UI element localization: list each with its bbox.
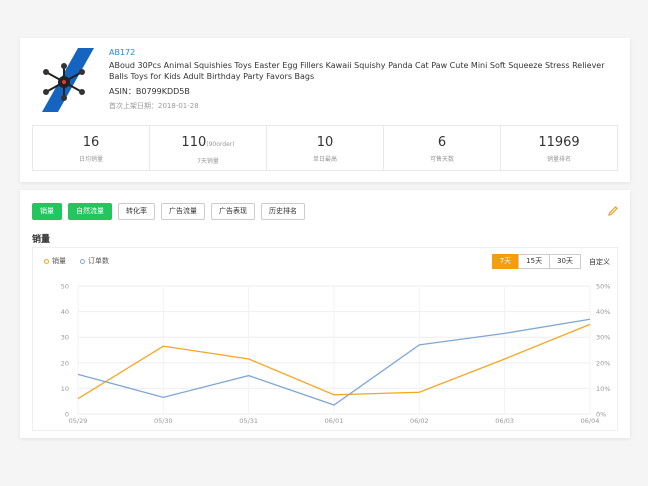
product-thumbnail[interactable] [34,48,102,112]
sales-chart: 销量 订单数 7天 15天 30天 自定义 0 0% 10 10% 20 20% 30 30%… [32,247,618,431]
stat-value: 10 [316,135,334,150]
stat-sellable-days: 6 可售天数 [383,126,500,170]
x-tick-label: 06/03 [495,417,514,425]
tab-rank-history[interactable]: 历史排名 [261,203,305,220]
x-tick-label: 05/30 [154,417,173,425]
y-right-tick-label: 10% [596,385,610,393]
chart-card: 销量 自然流量 转化率 广告流量 广告表现 历史排名 销量 销量 订单数 7天 … [20,190,630,438]
stat-daily-avg: 16 日均销量 [33,126,149,170]
tab-ad-performance[interactable]: 广告表现 [211,203,255,220]
section-title: 销量 [32,235,51,245]
stat-value: 11969 [538,135,580,150]
stat-daily-max: 10 单日最高 [266,126,383,170]
tab-ad-traffic[interactable]: 广告流量 [161,203,205,220]
stat-unit: (90order) [206,141,235,148]
x-tick-label: 06/01 [325,417,344,425]
y-left-tick-label: 10 [61,385,69,393]
product-card: AB172 ABoud 30Pcs Animal Squishies Toys … [20,38,630,182]
product-sku-link[interactable]: AB172 [109,48,135,57]
stat-label: 可售天数 [429,156,454,163]
x-tick-label: 05/29 [69,417,88,425]
tab-conversion-rate[interactable]: 转化率 [118,203,155,220]
first-listed-date: 首次上架日期：2018-01-28 [109,102,199,110]
line-plot: 0 0%10 10%20 20%30 30%40 40%50 50%05/29 05/30 05… [61,283,611,426]
stat-label: 销量排名 [546,156,571,163]
pencil-icon[interactable] [608,206,618,216]
y-left-tick-label: 50 [61,283,69,291]
stat-label: 7天销量 [197,158,219,165]
stat-value: 110 [181,135,207,150]
y-right-tick-label: 30% [596,334,610,342]
stat-label: 单日最高 [312,156,337,163]
x-tick-label: 05/31 [239,417,258,425]
y-right-tick-label: 20% [596,359,610,367]
product-asin: ASIN：B0799KDD5B [109,87,190,96]
stat-value: 6 [437,135,447,150]
tab-sales[interactable]: 销量 [32,203,62,220]
stat-value: 16 [82,135,100,150]
y-left-tick-label: 40 [61,308,69,316]
metric-tabs: 销量 自然流量 转化率 广告流量 广告表现 历史排名 [32,203,305,220]
y-right-tick-label: 50% [596,283,610,291]
stat-7day-sales: 110(90order) 7天销量 [149,126,266,170]
y-left-tick-label: 30 [61,334,69,342]
y-right-tick-label: 40% [596,308,610,316]
x-tick-label: 06/02 [410,417,429,425]
stat-label: 日均销量 [78,156,103,163]
tab-organic-traffic[interactable]: 自然流量 [68,203,112,220]
stats-bar: 16 日均销量 110(90order) 7天销量 10 单日最高 6 可售天数… [32,125,618,171]
product-title: ABoud 30Pcs Animal Squishies Toys Easter… [109,61,605,81]
y-left-tick-label: 20 [61,359,69,367]
stat-sales-rank: 11969 销量排名 [500,126,617,170]
x-tick-label: 06/04 [581,417,600,425]
